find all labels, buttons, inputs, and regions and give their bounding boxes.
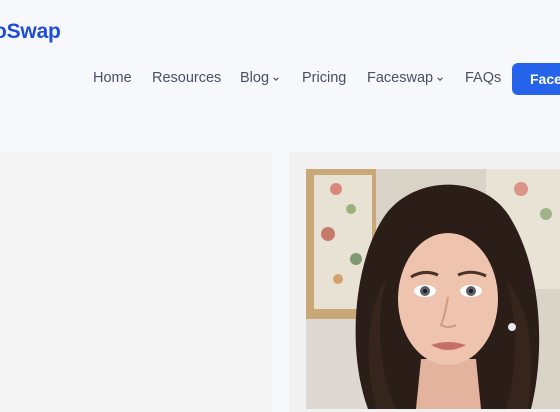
main-navigation: Home Resources Blog Pricing Faceswap FAQ…: [0, 70, 560, 90]
portrait-image: [306, 169, 560, 409]
nav-faqs-label: FAQs: [465, 70, 502, 86]
upload-panel[interactable]: [0, 152, 272, 412]
nav-faqs-link[interactable]: FAQs: [465, 70, 501, 86]
chevron-down-icon: [273, 77, 279, 81]
chevron-down-icon: [437, 77, 443, 81]
nav-faceswap-label: Faceswap: [367, 70, 434, 86]
panel-gap: [272, 152, 289, 412]
nav-blog-dropdown[interactable]: Blog: [240, 70, 280, 86]
nav-pricing-link[interactable]: Pricing: [302, 70, 346, 86]
face-swap-cta-button[interactable]: Face: [512, 63, 560, 95]
nav-resources-link[interactable]: Resources: [152, 70, 221, 86]
nav-home-link[interactable]: Home: [93, 70, 132, 86]
site-logo[interactable]: oSwap: [0, 20, 61, 44]
nav-home-label: Home: [93, 70, 132, 86]
nav-resources-label: Resources: [152, 70, 222, 86]
nav-blog-label: Blog: [240, 70, 270, 86]
nav-faceswap-dropdown[interactable]: Faceswap: [367, 70, 444, 86]
nav-pricing-label: Pricing: [302, 70, 347, 86]
